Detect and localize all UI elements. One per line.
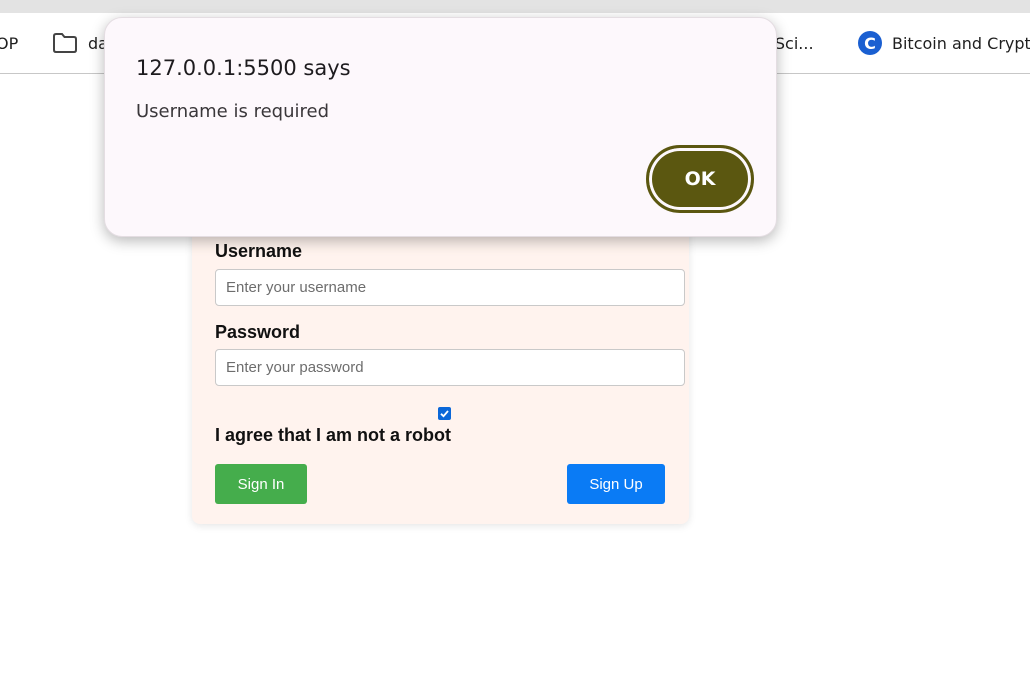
alert-title: 127.0.0.1:5500 says [136, 56, 351, 80]
sign-up-button[interactable]: Sign Up [567, 464, 665, 504]
username-input[interactable] [215, 269, 685, 306]
folder-icon [53, 33, 77, 53]
coingecko-icon: C [858, 31, 882, 55]
sign-in-button[interactable]: Sign In [215, 464, 307, 504]
bookmark-folder-da[interactable]: da [52, 13, 108, 73]
ok-button[interactable]: OK [646, 145, 754, 213]
bookmark-op[interactable]: OP [0, 13, 18, 73]
bookmark-label: Bitcoin and Crypto [892, 33, 1030, 53]
browser-top-strip [0, 0, 1030, 13]
bookmark-label: OP [0, 33, 19, 53]
password-label: Password [215, 322, 301, 342]
robot-checkbox-label: I agree that I am not a robot [215, 425, 452, 445]
username-label: Username [215, 241, 303, 261]
checkmark-icon [440, 410, 449, 418]
robot-checkbox[interactable] [438, 407, 451, 420]
login-card: Username Password I agree that I am not … [192, 200, 689, 524]
alert-message: Username is required [136, 101, 329, 122]
bookmark-bitcoin-crypto[interactable]: C Bitcoin and Crypto [858, 13, 1030, 73]
password-input[interactable] [215, 349, 685, 386]
alert-dialog: 127.0.0.1:5500 says Username is required… [104, 17, 777, 237]
